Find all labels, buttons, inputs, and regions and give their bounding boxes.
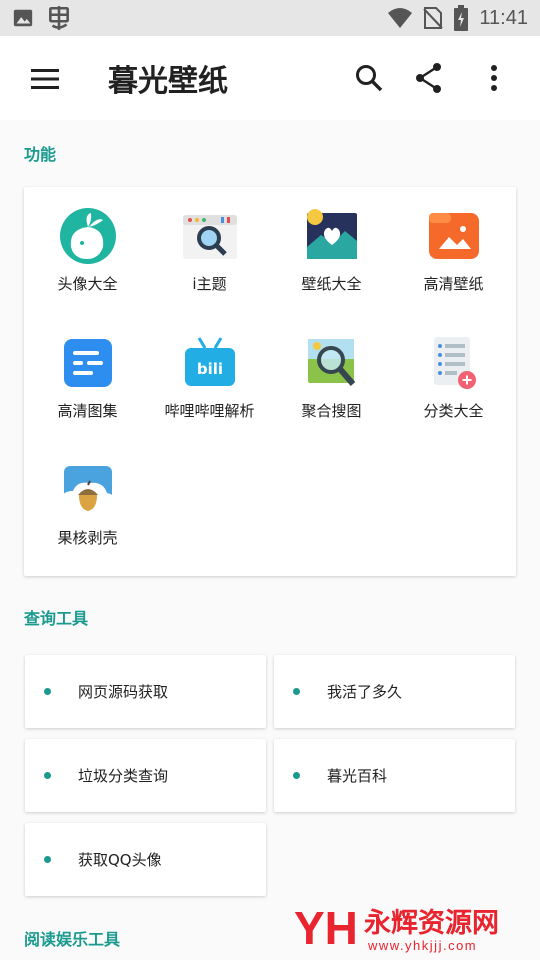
- feature-item-wallpapers[interactable]: 壁纸大全: [270, 187, 393, 311]
- gallery-icon: [63, 339, 112, 387]
- watermark-logo: YH 永辉资源网 www.yhkjjj.com: [294, 900, 518, 960]
- tool-label: 垃圾分类查询: [78, 767, 169, 785]
- feature-item-hd-wallpaper[interactable]: 高清壁纸: [392, 187, 515, 311]
- section-title-reading-tools: 阅读娱乐工具: [24, 930, 121, 949]
- app-title: 暮光壁纸: [108, 64, 228, 99]
- feature-label: 头像大全: [57, 275, 118, 293]
- watermark-url: www.yhkjjj.com: [367, 938, 477, 953]
- status-time: 11:41: [479, 6, 528, 29]
- category-list-icon: [433, 337, 476, 389]
- feature-item-image-search[interactable]: 聚合搜图: [270, 314, 393, 438]
- bug-icon: [49, 6, 69, 30]
- watermark-logo-text: YH: [294, 902, 358, 954]
- tool-card-qq-avatar[interactable]: 获取QQ头像: [25, 823, 266, 896]
- bullet-dot: [44, 772, 51, 779]
- search-button[interactable]: [351, 60, 387, 96]
- feature-item-categories[interactable]: 分类大全: [392, 314, 515, 438]
- tool-card-garbage-sorting[interactable]: 垃圾分类查询: [25, 739, 266, 812]
- image-icon: [13, 9, 33, 27]
- tool-label: 获取QQ头像: [78, 851, 162, 869]
- feature-label: i主题: [192, 275, 227, 293]
- app-bar: 暮光壁纸: [0, 36, 540, 120]
- feature-label: 高清图集: [57, 402, 118, 420]
- share-icon: [416, 63, 441, 93]
- no-sim-icon: [423, 7, 444, 29]
- bullet-dot: [293, 772, 300, 779]
- theme-search-icon: [182, 215, 237, 259]
- svg-text:bili: bili: [196, 360, 222, 378]
- bullet-dot: [293, 688, 300, 695]
- watermark-logo-graphic: YH 永辉资源网 www.yhkjjj.com: [294, 902, 499, 954]
- menu-button[interactable]: [28, 62, 62, 96]
- feature-label: 壁纸大全: [301, 275, 362, 293]
- bullet-dot: [44, 856, 51, 863]
- tool-label: 暮光百科: [327, 767, 388, 785]
- feature-item-guohe[interactable]: 果核剥壳: [26, 441, 149, 565]
- avatar-app-icon: [59, 208, 116, 264]
- watermark-name: 永辉资源网: [363, 908, 499, 939]
- more-vertical-icon: [491, 65, 497, 91]
- more-button[interactable]: [476, 60, 512, 96]
- feature-label: 果核剥壳: [57, 529, 118, 547]
- hamburger-menu-icon: [31, 69, 59, 89]
- tool-card-how-long-lived[interactable]: 我活了多久: [274, 655, 515, 728]
- battery-charging-icon: [454, 5, 469, 31]
- feature-label: 哔哩哔哩解析: [164, 402, 255, 420]
- acorn-icon: [60, 466, 115, 515]
- wifi-icon: [388, 8, 413, 28]
- feature-item-itheme[interactable]: i主题: [148, 187, 271, 311]
- features-card: 头像大全 i主题 壁纸大全 高清壁纸 高清图集 bili 哔哩哔哩解析 聚合搜图…: [24, 187, 516, 576]
- hd-wallpaper-icon: [428, 213, 479, 259]
- bilibili-icon: bili: [184, 337, 235, 386]
- feature-label: 分类大全: [423, 402, 484, 420]
- feature-item-bilibili[interactable]: bili 哔哩哔哩解析: [148, 314, 271, 438]
- feature-item-gallery[interactable]: 高清图集: [26, 314, 149, 438]
- tool-card-muguang-wiki[interactable]: 暮光百科: [274, 739, 515, 812]
- tool-label: 我活了多久: [327, 683, 403, 701]
- search-icon: [356, 65, 383, 92]
- feature-label: 高清壁纸: [423, 275, 484, 293]
- section-title-features: 功能: [24, 145, 57, 164]
- wallpaper-heart-icon: [306, 209, 357, 259]
- share-button[interactable]: [411, 60, 447, 96]
- feature-item-avatar[interactable]: 头像大全: [26, 187, 149, 311]
- section-title-query-tools: 查询工具: [24, 609, 89, 628]
- feature-label: 聚合搜图: [301, 402, 362, 420]
- tool-label: 网页源码获取: [78, 683, 169, 701]
- image-search-icon: [307, 339, 355, 386]
- status-bar: 11:41: [0, 0, 540, 36]
- tool-card-web-source[interactable]: 网页源码获取: [25, 655, 266, 728]
- bullet-dot: [44, 688, 51, 695]
